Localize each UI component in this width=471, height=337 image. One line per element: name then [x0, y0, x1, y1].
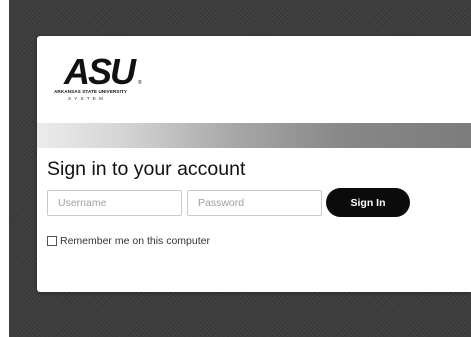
asu-logo-mark: ASU ® [63, 51, 142, 88]
logo-trademark: ® [138, 79, 142, 86]
left-edge-strip [0, 0, 9, 337]
password-input[interactable] [187, 190, 322, 216]
page-title: Sign in to your account [47, 158, 246, 180]
remember-me-label: Remember me on this computer [60, 235, 210, 247]
gradient-banner [37, 123, 471, 148]
remember-me-checkbox[interactable] [47, 236, 57, 246]
asu-system-logo: ASU ® ARKANSAS STATE UNIVERSITY SYSTEM [54, 50, 154, 104]
logo-system-text: SYSTEM [68, 96, 107, 101]
logo-letters: ASU [63, 51, 137, 88]
login-card: ASU ® ARKANSAS STATE UNIVERSITY SYSTEM S… [37, 36, 471, 292]
remember-me-option[interactable]: Remember me on this computer [47, 235, 210, 247]
logo-subtitle: ARKANSAS STATE UNIVERSITY [54, 89, 128, 94]
username-input[interactable] [47, 190, 182, 216]
sign-in-button[interactable]: Sign In [326, 188, 410, 217]
